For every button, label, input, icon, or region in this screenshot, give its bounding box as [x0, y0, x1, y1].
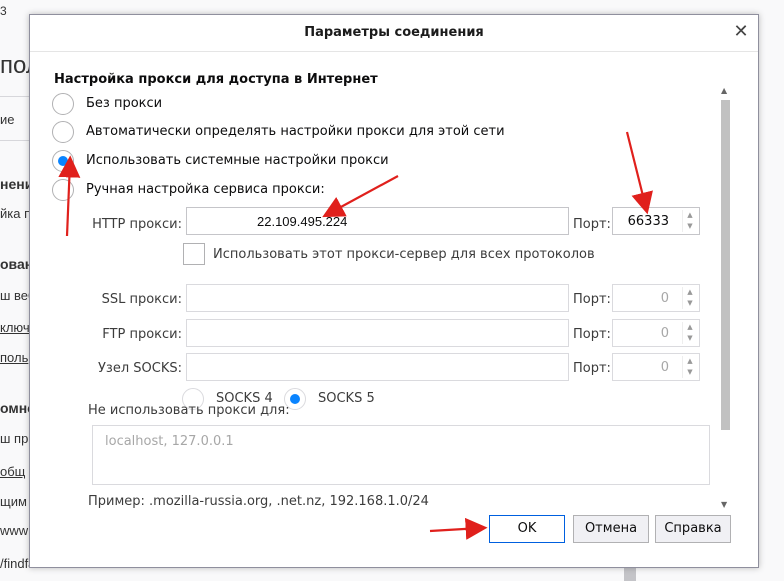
help-button[interactable]: Справка [655, 515, 731, 543]
ssl-port-label: Порт: [573, 292, 611, 307]
radio-circle[interactable] [52, 179, 74, 201]
scrollbar-thumb[interactable] [721, 100, 730, 430]
radio-manual-proxy[interactable]: Ручная настройка сервиса прокси: [52, 179, 452, 203]
ftp-port-input[interactable]: 0 ▲ ▼ [612, 319, 700, 347]
ftp-port-label: Порт: [573, 327, 611, 342]
no-proxy-textarea[interactable]: localhost, 127.0.0.1 [92, 425, 710, 485]
dialog-content: Настройка прокси для доступа в Интернет … [30, 52, 730, 512]
spin-arrows-icon[interactable]: ▲ ▼ [682, 322, 697, 344]
bg-fragment: 3 [0, 4, 7, 18]
example-hint: Пример: .mozilla-russia.org, .net.nz, 19… [88, 494, 429, 509]
radio-manual-proxy-label: Ручная настройка сервиса прокси: [86, 182, 325, 197]
bg-fragment: общ [0, 464, 26, 479]
connection-settings-dialog: Параметры соединения ✕ Настройка прокси … [29, 14, 759, 568]
dialog-scrollbar[interactable]: ▲ ▼ [717, 52, 734, 512]
radio-system-proxy-label: Использовать системные настройки прокси [86, 153, 389, 168]
radio-no-proxy[interactable]: Без прокси [52, 93, 452, 117]
ftp-proxy-label: FTP прокси: [102, 327, 182, 342]
http-port-value: 66333 [627, 214, 669, 229]
ftp-port-value: 0 [660, 326, 669, 341]
scroll-down-icon[interactable]: ▼ [721, 500, 727, 509]
bg-fragment: www [0, 523, 29, 538]
dialog-title: Параметры соединения [304, 25, 484, 40]
bg-fragment: йка п [0, 206, 32, 221]
radio-auto-detect-label: Автоматически определять настройки прокс… [86, 124, 505, 139]
ftp-proxy-input[interactable] [186, 319, 569, 347]
socks-port-input[interactable]: 0 ▲ ▼ [612, 353, 700, 381]
radio-circle[interactable] [52, 93, 74, 115]
bg-fragment: ие [0, 112, 15, 127]
cancel-button[interactable]: Отмена [573, 515, 649, 543]
spin-arrows-icon[interactable]: ▲ ▼ [682, 287, 697, 309]
http-proxy-value: 22.109.495.224 [257, 214, 348, 229]
no-proxy-value: localhost, 127.0.0.1 [105, 434, 234, 449]
ok-button[interactable]: OK [489, 515, 565, 543]
no-proxy-label: Не использовать прокси для: [88, 403, 290, 418]
radio-system-proxy[interactable]: Использовать системные настройки прокси [52, 150, 452, 174]
ssl-proxy-label: SSL прокси: [101, 292, 182, 307]
http-port-input[interactable]: 66333 ▲ ▼ [612, 207, 700, 235]
radio-circle-selected[interactable] [52, 150, 74, 172]
page-scrollbar[interactable] [624, 568, 636, 581]
radio-no-proxy-label: Без прокси [86, 96, 163, 111]
all-protocols-label: Использовать этот прокси-сервер для всех… [213, 247, 595, 262]
spin-arrows-icon[interactable]: ▲ ▼ [682, 210, 697, 232]
http-port-label: Порт: [573, 217, 611, 232]
bg-fragment: ш пр [0, 431, 29, 446]
ssl-proxy-input[interactable] [186, 284, 569, 312]
socks5-label: SOCKS 5 [318, 391, 375, 406]
socks-host-label: Узел SOCKS: [98, 361, 182, 376]
radio-auto-detect[interactable]: Автоматически определять настройки прокс… [52, 121, 552, 145]
bg-fragment: поль [0, 350, 29, 365]
socks-host-input[interactable] [186, 353, 569, 381]
socks-port-label: Порт: [573, 361, 611, 376]
http-proxy-label: HTTP прокси: [92, 217, 182, 232]
close-icon[interactable]: ✕ [730, 21, 752, 43]
titlebar: Параметры соединения ✕ [30, 15, 758, 52]
all-protocols-checkbox[interactable] [183, 243, 205, 265]
radio-circle[interactable] [52, 121, 74, 143]
ssl-port-value: 0 [660, 291, 669, 306]
ssl-port-input[interactable]: 0 ▲ ▼ [612, 284, 700, 312]
http-proxy-input[interactable]: 22.109.495.224 [186, 207, 569, 235]
radio-socks5[interactable]: SOCKS 5 [284, 388, 394, 412]
socks-port-value: 0 [660, 360, 669, 375]
bg-fragment: щим [0, 494, 27, 509]
bg-fragment: ключ [0, 320, 30, 335]
scroll-up-icon[interactable]: ▲ [721, 86, 727, 95]
proxy-group-title: Настройка прокси для доступа в Интернет [54, 72, 378, 87]
spin-arrows-icon[interactable]: ▲ ▼ [682, 356, 697, 378]
